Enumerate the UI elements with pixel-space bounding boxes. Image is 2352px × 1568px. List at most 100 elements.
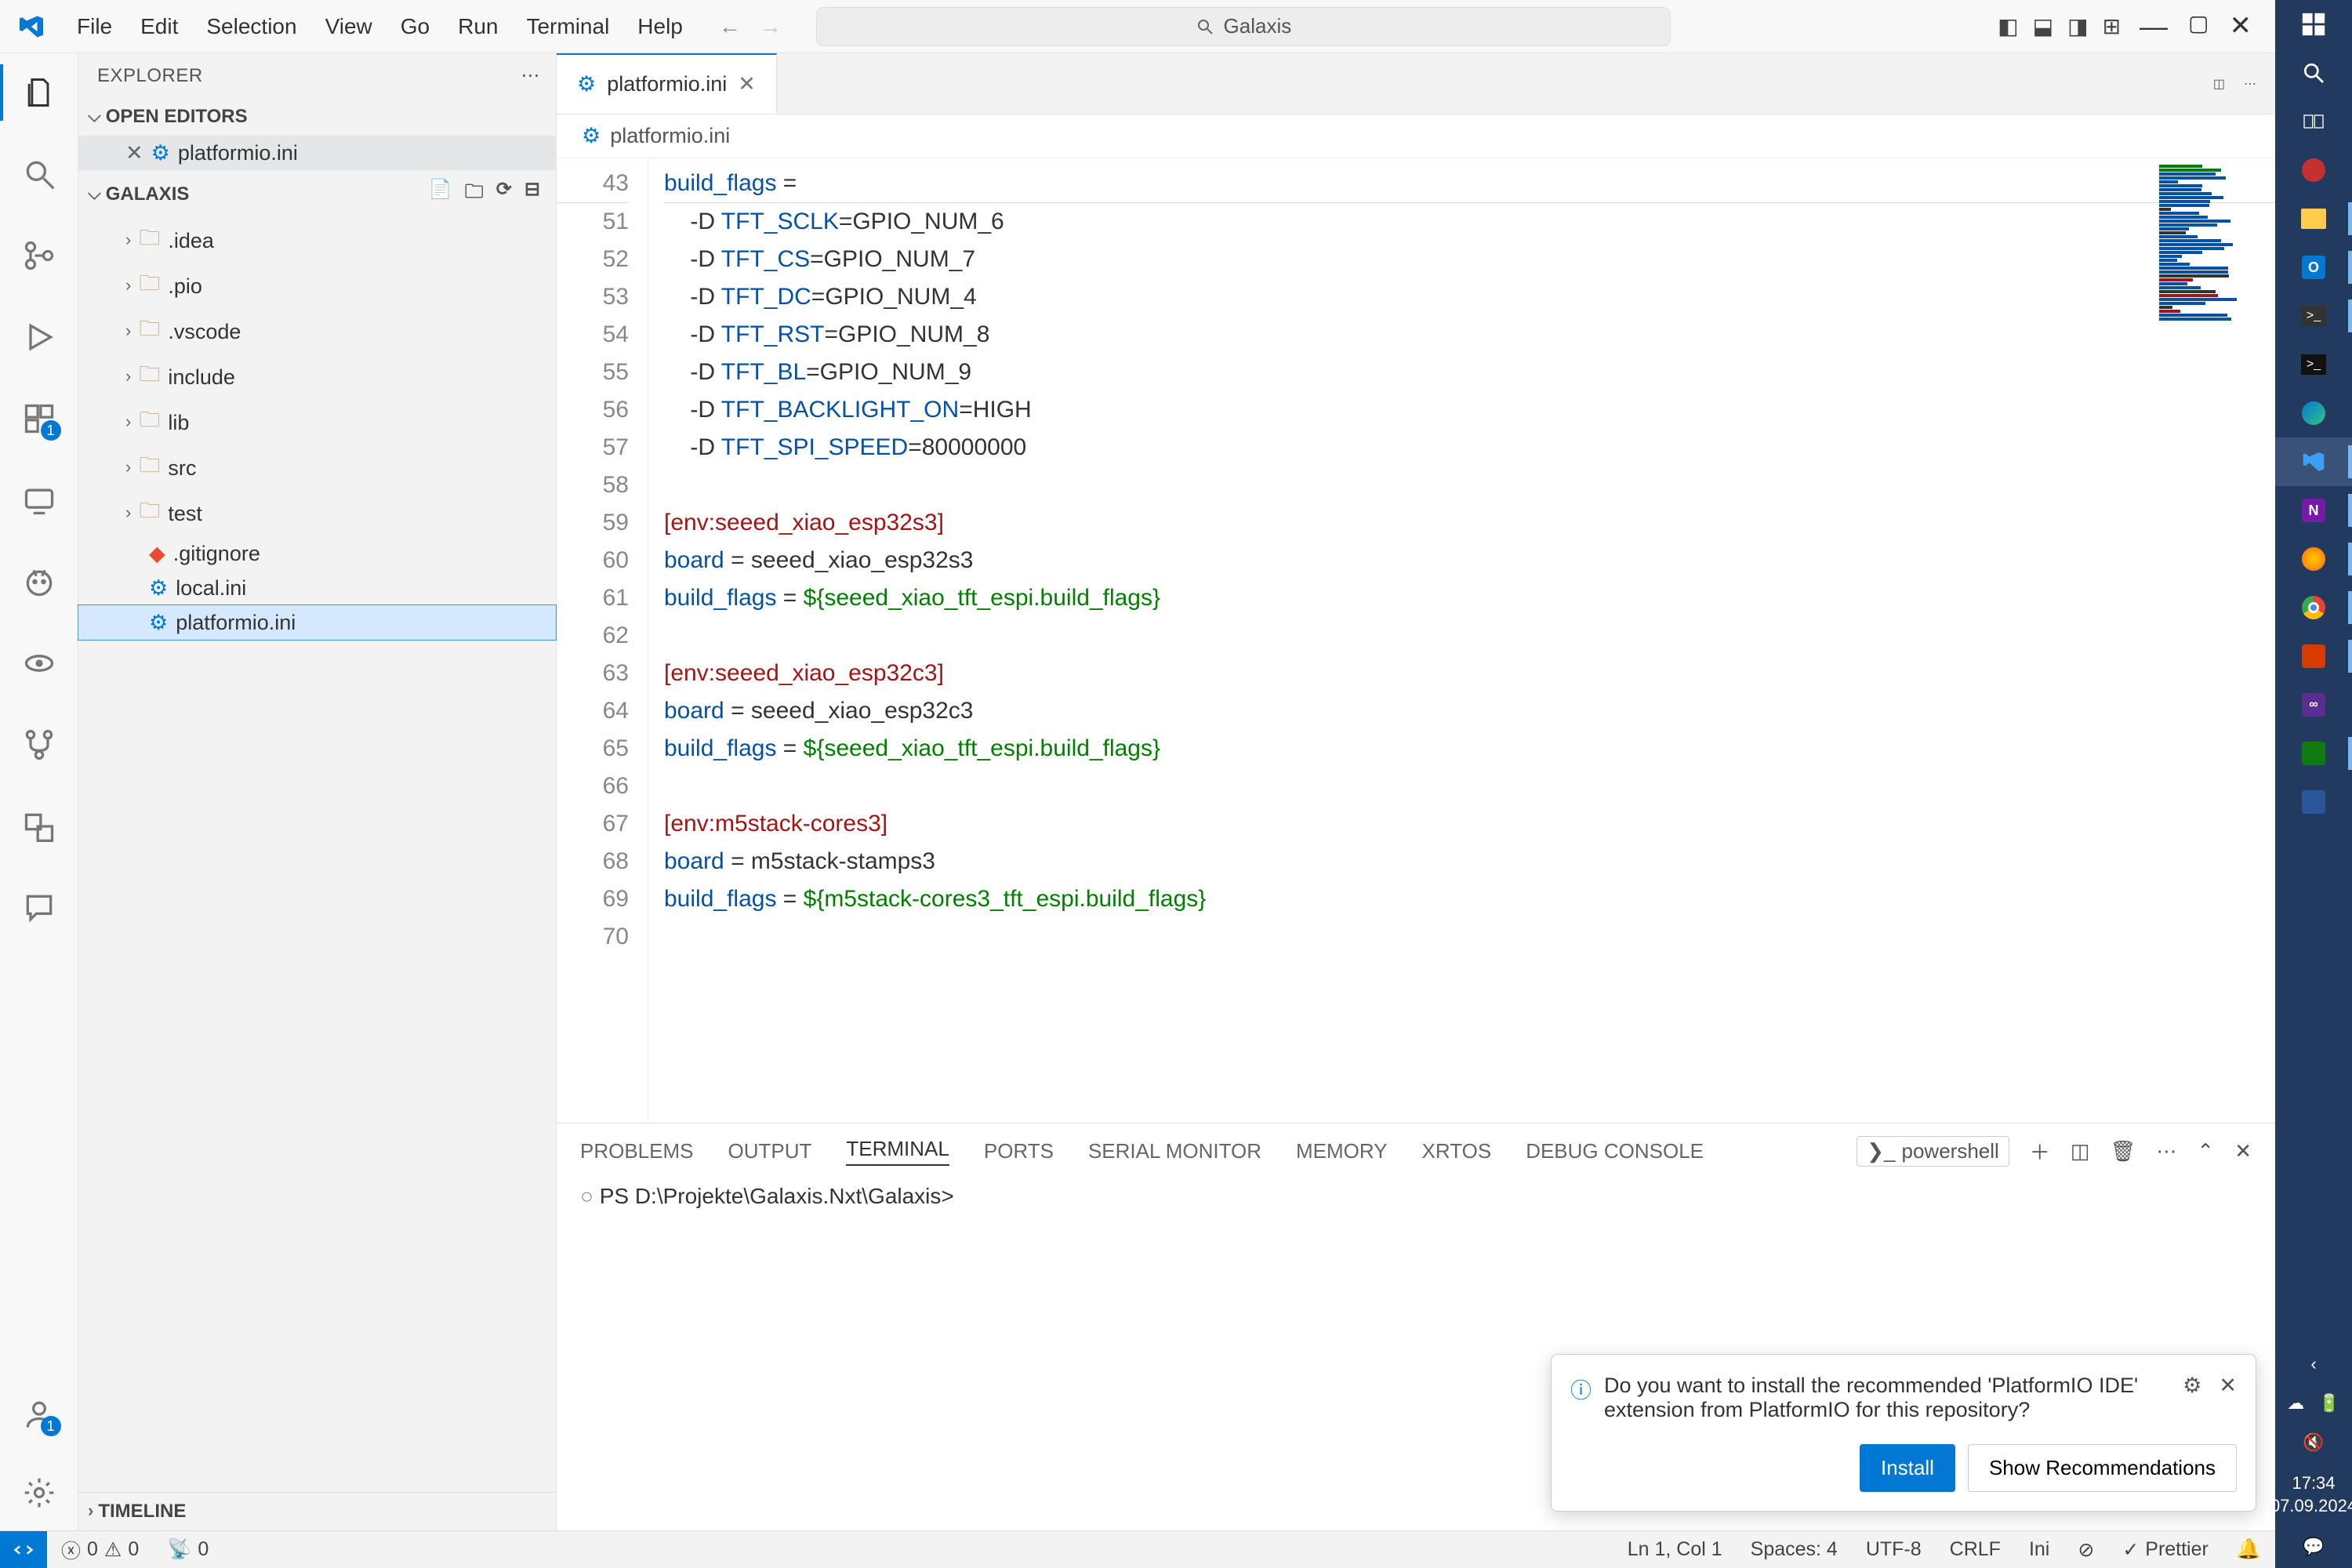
activity-scm-icon[interactable] xyxy=(16,232,63,279)
layout-panel-icon[interactable]: ⬓ xyxy=(2033,13,2053,39)
new-folder-icon[interactable]: 🗀 xyxy=(465,178,484,210)
menu-run[interactable]: Run xyxy=(444,8,512,45)
close-editor-icon[interactable]: ✕ xyxy=(125,141,143,165)
taskbar-terminal-icon[interactable]: >_ xyxy=(2275,292,2352,340)
taskbar-outlook-icon[interactable]: O xyxy=(2275,243,2352,292)
install-button[interactable]: Install xyxy=(1860,1444,1955,1492)
tray-volume-icon[interactable]: 🔇 xyxy=(2303,1432,2324,1453)
panel-tab-terminal[interactable]: TERMINAL xyxy=(846,1137,949,1166)
notification-close-icon[interactable]: ✕ xyxy=(2219,1374,2237,1422)
taskbar-clock[interactable]: 17:34 07.09.2024 xyxy=(2270,1472,2352,1518)
split-terminal-icon[interactable]: ◫ xyxy=(2071,1139,2090,1163)
minimize-icon[interactable]: — xyxy=(2140,10,2168,43)
menu-edit[interactable]: Edit xyxy=(126,8,192,45)
panel-tab-debug-console[interactable]: DEBUG CONSOLE xyxy=(1526,1139,1704,1163)
taskbar-vscode-icon[interactable] xyxy=(2275,437,2352,486)
status-bell-icon[interactable]: 🔔 xyxy=(2223,1538,2275,1562)
status-encoding[interactable]: UTF-8 xyxy=(1852,1538,1936,1562)
timeline-section[interactable]: ›TIMELINE xyxy=(78,1493,556,1530)
close-icon[interactable]: ✕ xyxy=(2230,10,2252,43)
layout-sidebar-right-icon[interactable]: ◨ xyxy=(2067,13,2088,39)
tab-more-icon[interactable]: ⋯ xyxy=(2244,76,2256,92)
activity-debug-icon[interactable] xyxy=(16,314,63,361)
taskbar-app-icon[interactable] xyxy=(2275,146,2352,194)
refresh-icon[interactable]: ⟳ xyxy=(496,178,512,210)
panel-maximize-icon[interactable]: ⌃ xyxy=(2197,1139,2214,1163)
panel-more-icon[interactable]: ⋯ xyxy=(2156,1139,2176,1163)
layout-sidebar-left-icon[interactable]: ◧ xyxy=(1998,13,2018,39)
status-cursor[interactable]: Ln 1, Col 1 xyxy=(1613,1538,1737,1562)
panel-tab-serial-monitor[interactable]: SERIAL MONITOR xyxy=(1088,1139,1261,1163)
command-center[interactable]: Galaxis xyxy=(816,7,1671,46)
tree-item[interactable]: ›🗀.idea xyxy=(78,218,556,263)
tab-close-icon[interactable]: ✕ xyxy=(738,72,756,96)
activity-git-graph-icon[interactable] xyxy=(16,721,63,768)
tab-platformio[interactable]: ⚙ platformio.ini ✕ xyxy=(557,53,777,114)
panel-tab-ports[interactable]: PORTS xyxy=(984,1139,1054,1163)
taskbar-taskview-icon[interactable] xyxy=(2275,97,2352,146)
tree-item[interactable]: ◆.gitignore xyxy=(78,536,556,571)
activity-search-icon[interactable] xyxy=(16,151,63,198)
taskbar-start-icon[interactable] xyxy=(2275,0,2352,49)
status-prettier[interactable]: ✓ Prettier xyxy=(2108,1538,2223,1562)
taskbar-explorer-icon[interactable] xyxy=(2275,194,2352,243)
split-editor-icon[interactable]: ◫ xyxy=(2213,76,2225,92)
menu-help[interactable]: Help xyxy=(623,8,697,45)
status-indent[interactable]: Spaces: 4 xyxy=(1737,1538,1852,1562)
tray-onedrive-icon[interactable]: ☁ xyxy=(2287,1393,2304,1414)
menu-file[interactable]: File xyxy=(63,8,126,45)
terminal[interactable]: ○ PS D:\Projekte\Galaxis.Nxt\Galaxis> ⓘ … xyxy=(557,1179,2275,1530)
notification-gear-icon[interactable]: ⚙ xyxy=(2183,1374,2201,1422)
status-language[interactable]: Ini xyxy=(2015,1538,2063,1562)
taskbar-search-icon[interactable] xyxy=(2275,49,2352,97)
status-eol[interactable]: CRLF xyxy=(1936,1538,2015,1562)
nav-back-icon[interactable]: ← xyxy=(719,14,741,39)
taskbar-onenote-icon[interactable]: N xyxy=(2275,486,2352,535)
activity-inspect-icon[interactable] xyxy=(16,640,63,687)
tree-item[interactable]: ›🗀src xyxy=(78,445,556,491)
activity-account-icon[interactable]: 1 xyxy=(16,1391,63,1438)
taskbar-firefox-icon[interactable] xyxy=(2275,535,2352,583)
collapse-icon[interactable]: ⊟ xyxy=(524,178,540,210)
menu-go[interactable]: Go xyxy=(387,8,444,45)
panel-close-icon[interactable]: ✕ xyxy=(2234,1139,2252,1163)
tree-item[interactable]: ⚙local.ini xyxy=(78,571,556,605)
activity-remote-icon[interactable] xyxy=(16,477,63,524)
tree-item[interactable]: ›🗀.vscode xyxy=(78,309,556,354)
terminal-shell-icon[interactable]: ❯_ powershell xyxy=(1857,1136,2009,1167)
taskbar-app3-icon[interactable] xyxy=(2275,729,2352,778)
menu-selection[interactable]: Selection xyxy=(192,8,310,45)
open-editor-item[interactable]: ✕ ⚙ platformio.ini xyxy=(78,136,556,170)
taskbar-edge-icon[interactable] xyxy=(2275,389,2352,437)
panel-tab-memory[interactable]: MEMORY xyxy=(1296,1139,1388,1163)
layout-customize-icon[interactable]: ⊞ xyxy=(2103,13,2121,39)
panel-tab-output[interactable]: OUTPUT xyxy=(728,1139,812,1163)
activity-references-icon[interactable] xyxy=(16,803,63,850)
explorer-more-icon[interactable]: ⋯ xyxy=(521,64,541,87)
taskbar-chrome-icon[interactable] xyxy=(2275,583,2352,632)
tree-item[interactable]: ›🗀include xyxy=(78,354,556,400)
activity-settings-icon[interactable] xyxy=(16,1469,63,1516)
panel-tab-problems[interactable]: PROBLEMS xyxy=(580,1139,694,1163)
breadcrumb[interactable]: ⚙ platformio.ini xyxy=(557,114,2275,158)
panel-tab-xrtos[interactable]: XRTOS xyxy=(1422,1139,1492,1163)
tree-item[interactable]: ⚙platformio.ini xyxy=(78,605,556,640)
new-terminal-icon[interactable]: ＋ xyxy=(2030,1137,2050,1166)
taskbar-app2-icon[interactable] xyxy=(2275,632,2352,681)
status-nosync-icon[interactable]: ⊘ xyxy=(2063,1538,2108,1562)
activity-chat-icon[interactable] xyxy=(16,884,63,931)
tree-item[interactable]: ›🗀.pio xyxy=(78,263,556,309)
new-file-icon[interactable]: 📄 xyxy=(429,178,452,210)
code-editor[interactable]: 4351525354555657585960616263646566676869… xyxy=(557,158,2275,1123)
tray-notifications-icon[interactable]: 💬 xyxy=(2303,1537,2324,1557)
open-editors-section[interactable]: ⌵OPEN EDITORS xyxy=(78,98,556,136)
project-section[interactable]: ⌵GALAXIS 📄 🗀 ⟳ ⊟ xyxy=(78,170,556,218)
status-ports[interactable]: 📡 0 xyxy=(153,1538,223,1561)
taskbar-terminal2-icon[interactable]: >_ xyxy=(2275,340,2352,389)
taskbar-app4-icon[interactable] xyxy=(2275,778,2352,826)
show-recommendations-button[interactable]: Show Recommendations xyxy=(1968,1444,2237,1492)
activity-platformio-icon[interactable] xyxy=(16,558,63,605)
kill-terminal-icon[interactable]: 🗑 xyxy=(2110,1139,2136,1163)
minimap[interactable] xyxy=(2159,165,2269,392)
tree-item[interactable]: ›🗀test xyxy=(78,491,556,536)
